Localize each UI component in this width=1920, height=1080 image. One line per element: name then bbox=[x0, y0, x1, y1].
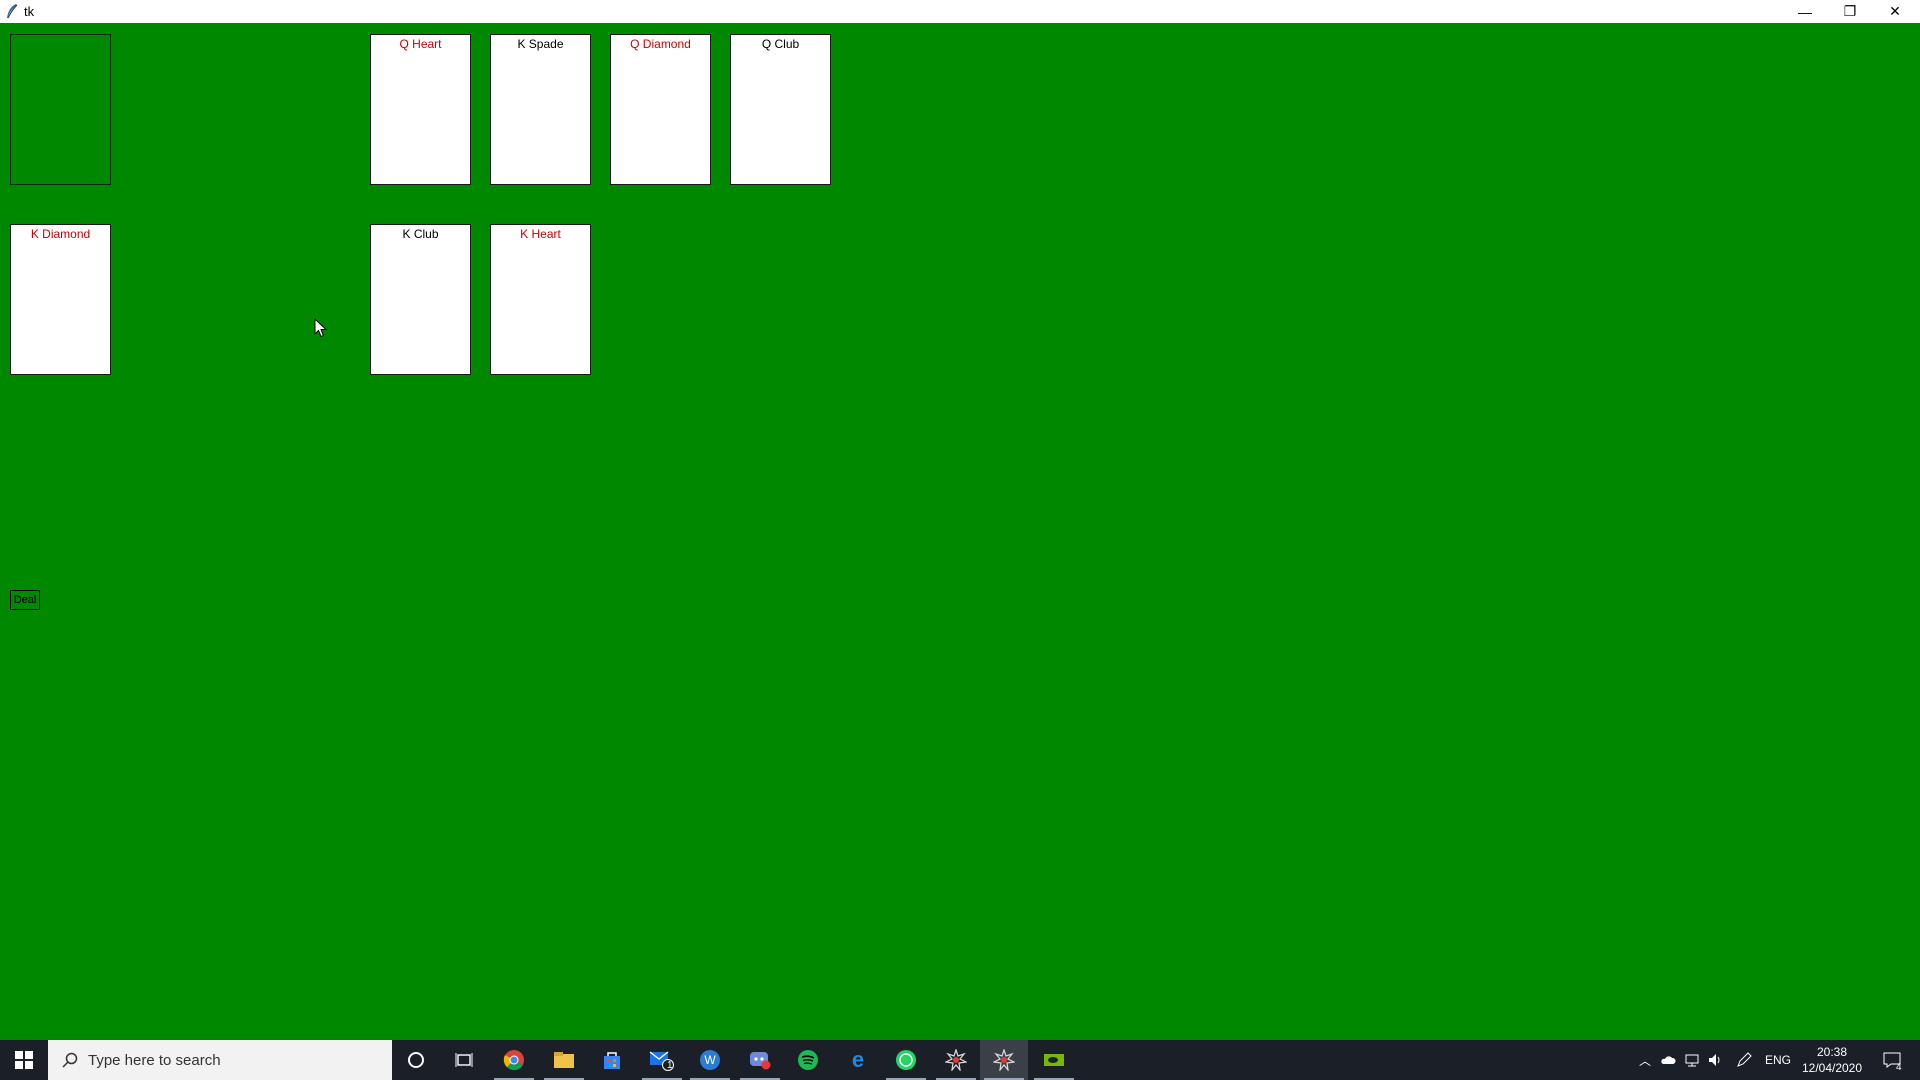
gear-app-button[interactable] bbox=[932, 1040, 980, 1080]
stock-pile-empty[interactable] bbox=[10, 34, 111, 185]
nvidia-icon bbox=[1044, 1054, 1064, 1066]
tableau-card-2[interactable]: K Heart bbox=[490, 224, 591, 375]
edge-button[interactable]: e bbox=[834, 1040, 882, 1080]
card-label: Q Diamond bbox=[630, 37, 691, 51]
clock-date: 12/04/2020 bbox=[1801, 1061, 1863, 1075]
svg-text:e: e bbox=[852, 1049, 864, 1071]
edge-icon: e bbox=[852, 1049, 864, 1071]
cloud-icon bbox=[1661, 1056, 1676, 1064]
search-icon bbox=[62, 1052, 78, 1068]
windows-logo-icon bbox=[15, 1051, 33, 1069]
chrome-icon bbox=[503, 1050, 524, 1071]
mail-button[interactable]: 1 bbox=[638, 1040, 686, 1080]
network-button[interactable] bbox=[1682, 1040, 1702, 1080]
spotify-button[interactable] bbox=[784, 1040, 832, 1080]
foundation-card-1[interactable]: Q Heart bbox=[370, 34, 471, 185]
card-label: K Spade bbox=[517, 37, 564, 51]
window-title: tk bbox=[24, 4, 35, 19]
store-button[interactable] bbox=[588, 1040, 636, 1080]
word-app-button[interactable]: W bbox=[686, 1040, 734, 1080]
start-button[interactable] bbox=[0, 1040, 48, 1080]
minimize-button[interactable]: — bbox=[1782, 0, 1828, 23]
nvidia-button[interactable] bbox=[1030, 1040, 1078, 1080]
gear-app-icon bbox=[993, 1049, 1015, 1071]
cortana-button[interactable] bbox=[392, 1040, 440, 1080]
whatsapp-button[interactable] bbox=[882, 1040, 930, 1080]
foundation-card-4[interactable]: Q Club bbox=[730, 34, 831, 185]
chevron-up-icon: ︿ bbox=[1638, 1053, 1651, 1068]
card-label: K Club bbox=[402, 227, 439, 241]
speaker-icon bbox=[1709, 1054, 1720, 1066]
svg-text:W: W bbox=[704, 1053, 716, 1067]
volume-button[interactable] bbox=[1706, 1040, 1726, 1080]
waste-card[interactable]: K Diamond bbox=[10, 224, 111, 375]
mail-badge: 1 bbox=[667, 1060, 673, 1071]
cortana-icon bbox=[408, 1052, 424, 1068]
card-label: Q Club bbox=[761, 37, 800, 51]
network-icon bbox=[1685, 1054, 1699, 1067]
mouse-cursor-icon bbox=[314, 318, 328, 338]
chrome-button[interactable] bbox=[490, 1040, 538, 1080]
whatsapp-icon bbox=[896, 1050, 916, 1070]
title-bar[interactable]: tk — ❐ ✕ bbox=[0, 0, 1920, 23]
close-icon: ✕ bbox=[1889, 3, 1901, 19]
tableau-card-1[interactable]: K Club bbox=[370, 224, 471, 375]
discord-icon bbox=[750, 1052, 771, 1070]
task-view-icon bbox=[455, 1053, 473, 1067]
restore-icon: ❐ bbox=[1843, 3, 1857, 19]
spotify-icon bbox=[798, 1050, 818, 1070]
notification-badge: 4 bbox=[1896, 1062, 1902, 1073]
onedrive-button[interactable] bbox=[1658, 1040, 1678, 1080]
card-label: K Heart bbox=[520, 227, 561, 241]
search-input[interactable]: Type here to search bbox=[88, 1052, 221, 1069]
file-explorer-button[interactable] bbox=[540, 1040, 588, 1080]
store-icon bbox=[604, 1052, 620, 1069]
taskbar-search[interactable]: Type here to search bbox=[48, 1040, 392, 1080]
close-button[interactable]: ✕ bbox=[1872, 0, 1918, 23]
tray-overflow-button[interactable]: ︿ bbox=[1636, 1040, 1654, 1080]
clock[interactable]: 20:38 12/04/2020 bbox=[1796, 1044, 1868, 1076]
tk-window: tk — ❐ ✕ Q Heart K Spade Q Diamond Q Clu… bbox=[0, 0, 1920, 1040]
taskbar: Type here to search 1 W e ︿ ENG 20:38 12… bbox=[0, 1040, 1920, 1080]
action-center-button[interactable]: 4 bbox=[1876, 1040, 1908, 1080]
foundation-card-2[interactable]: K Spade bbox=[490, 34, 591, 185]
card-label: Q Heart bbox=[399, 37, 442, 51]
foundation-card-3[interactable]: Q Diamond bbox=[610, 34, 711, 185]
pen-button[interactable] bbox=[1734, 1040, 1754, 1080]
deal-button[interactable]: Deal bbox=[10, 590, 40, 610]
file-explorer-icon bbox=[554, 1052, 574, 1068]
gear-app-button-active[interactable] bbox=[980, 1040, 1028, 1080]
language-label: ENG bbox=[1764, 1053, 1791, 1067]
language-indicator[interactable]: ENG bbox=[1764, 1040, 1792, 1080]
clock-time: 20:38 bbox=[1816, 1045, 1848, 1059]
minimize-icon: — bbox=[1798, 3, 1812, 20]
gear-app-icon bbox=[945, 1049, 967, 1071]
maximize-button[interactable]: ❐ bbox=[1827, 0, 1873, 23]
card-label: K Diamond bbox=[30, 227, 91, 241]
task-view-button[interactable] bbox=[440, 1040, 488, 1080]
discord-button[interactable] bbox=[736, 1040, 784, 1080]
game-table[interactable]: Q Heart K Spade Q Diamond Q Club K Diamo… bbox=[0, 23, 1920, 1040]
feather-icon bbox=[7, 4, 18, 19]
word-icon: W bbox=[700, 1050, 720, 1070]
pen-icon bbox=[1737, 1052, 1752, 1067]
